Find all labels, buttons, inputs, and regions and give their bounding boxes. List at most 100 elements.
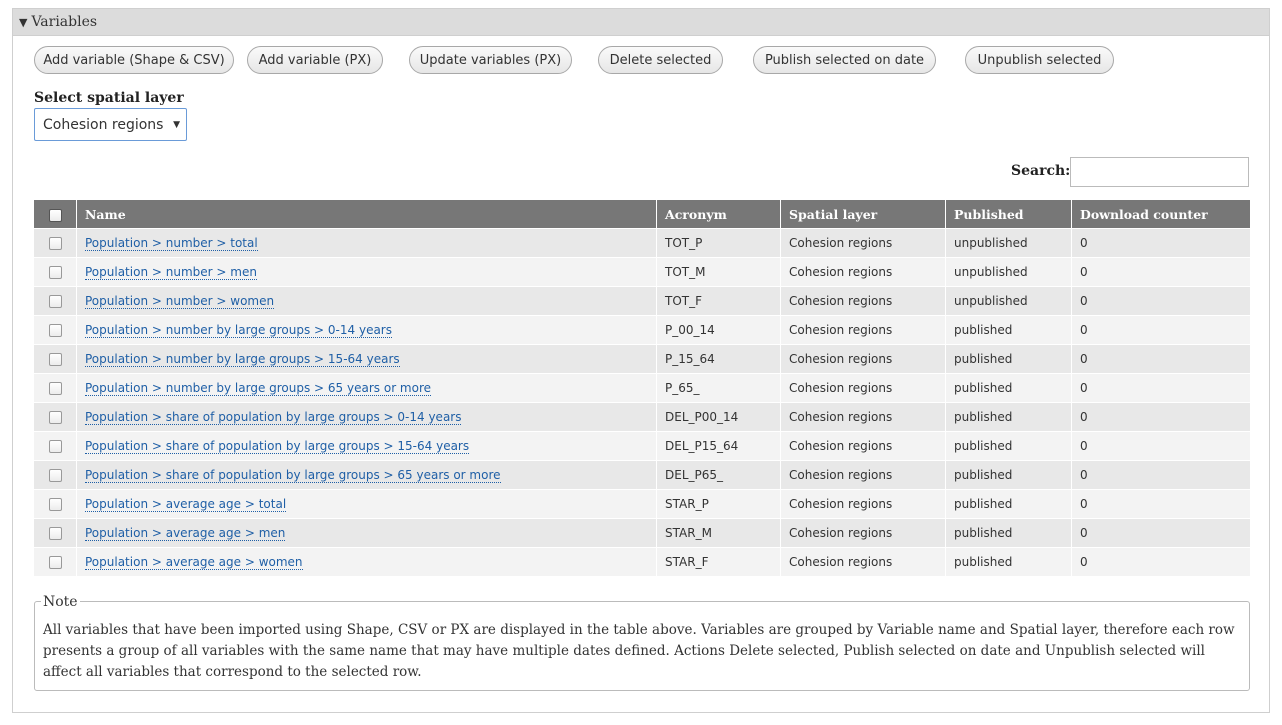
add-variable-shape-csv-button[interactable]: Add variable (Shape & CSV) — [34, 46, 234, 74]
table-row[interactable]: Population > average age > women STAR_F Co… — [34, 547, 1250, 576]
row-checkbox[interactable] — [48, 237, 62, 250]
variable-name-link[interactable]: Population > number by large groups > 0-… — [85, 323, 392, 338]
published-cell: published — [945, 402, 1072, 432]
row-select-cell — [34, 547, 77, 576]
row-checkbox[interactable] — [48, 411, 62, 424]
column-header-published[interactable]: Published — [945, 200, 1072, 229]
table-row[interactable]: Population > number > women TOT_F Cohesion… — [34, 286, 1250, 316]
variable-name-link[interactable]: Population > average age > men — [85, 526, 286, 541]
search-label: Search: — [1011, 163, 1071, 179]
acronym-cell: STAR_M — [656, 518, 781, 548]
name-cell: Population > share of population by larg… — [76, 402, 657, 432]
published-cell: published — [945, 489, 1072, 519]
row-checkbox[interactable] — [48, 266, 62, 279]
acronym-cell: P_00_14 — [656, 315, 781, 345]
note-legend: Note — [41, 592, 80, 613]
row-select-cell — [34, 228, 77, 258]
row-checkbox[interactable] — [48, 527, 62, 540]
variables-panel-header[interactable]: ▼ Variables — [13, 9, 1269, 36]
row-checkbox[interactable] — [48, 469, 62, 482]
name-cell: Population > average age > women — [76, 547, 657, 576]
table-row[interactable]: Population > number > total TOT_P Cohesion… — [34, 228, 1250, 258]
row-select-cell — [34, 431, 77, 461]
unpublish-selected-button[interactable]: Unpublish selected — [965, 46, 1114, 74]
table-row[interactable]: Population > number by large groups > 0-… — [34, 315, 1250, 345]
spatial-layer-cell: Cohesion regions — [780, 489, 946, 519]
published-cell: published — [945, 460, 1072, 490]
download-counter-cell: 0 — [1071, 518, 1250, 548]
download-counter-cell: 0 — [1071, 431, 1250, 461]
spatial-layer-cell: Cohesion regions — [780, 373, 946, 403]
variable-name-link[interactable]: Population > number by large groups > 15… — [85, 352, 400, 367]
name-cell: Population > number > total — [76, 228, 657, 258]
acronym-cell: TOT_F — [656, 286, 781, 316]
column-header-acronym[interactable]: Acronym — [656, 200, 781, 229]
variable-name-link[interactable]: Population > average age > total — [85, 497, 287, 512]
acronym-cell: TOT_M — [656, 257, 781, 287]
table-row[interactable]: Population > share of population by larg… — [34, 431, 1250, 461]
variables-panel: ▼ Variables Add variable (Shape & CSV) A… — [12, 8, 1270, 713]
row-select-cell — [34, 373, 77, 403]
table-row[interactable]: Population > share of population by larg… — [34, 402, 1250, 432]
published-cell: unpublished — [945, 286, 1072, 316]
add-variable-px-button[interactable]: Add variable (PX) — [247, 46, 383, 74]
variable-name-link[interactable]: Population > number > total — [85, 236, 258, 251]
collapse-triangle-icon[interactable]: ▼ — [19, 16, 27, 29]
variable-name-link[interactable]: Population > number > men — [85, 265, 257, 280]
table-body: Population > number > total TOT_P Cohesion… — [34, 228, 1250, 576]
variable-name-link[interactable]: Population > share of population by larg… — [85, 439, 470, 454]
table-row[interactable]: Population > number by large groups > 65… — [34, 373, 1250, 403]
published-cell: published — [945, 373, 1072, 403]
variable-name-link[interactable]: Population > share of population by larg… — [85, 468, 501, 483]
select-all-header — [34, 200, 77, 229]
published-cell: published — [945, 315, 1072, 345]
download-counter-cell: 0 — [1071, 344, 1250, 374]
name-cell: Population > share of population by larg… — [76, 460, 657, 490]
download-counter-cell: 0 — [1071, 460, 1250, 490]
spatial-layer-select[interactable]: Cohesion regions ▼ — [34, 108, 187, 141]
acronym-cell: STAR_P — [656, 489, 781, 519]
search-input[interactable] — [1070, 157, 1249, 187]
acronym-cell: P_15_64 — [656, 344, 781, 374]
row-checkbox[interactable] — [48, 382, 62, 395]
name-cell: Population > average age > men — [76, 518, 657, 548]
row-checkbox[interactable] — [48, 556, 62, 569]
row-checkbox[interactable] — [48, 295, 62, 308]
acronym-cell: TOT_P — [656, 228, 781, 258]
variable-name-link[interactable]: Population > number > women — [85, 294, 275, 309]
download-counter-cell: 0 — [1071, 489, 1250, 519]
spatial-layer-cell: Cohesion regions — [780, 257, 946, 287]
column-header-spatial-layer[interactable]: Spatial layer — [780, 200, 946, 229]
variable-name-link[interactable]: Population > number by large groups > 65… — [85, 381, 432, 396]
table-row[interactable]: Population > average age > total STAR_P Co… — [34, 489, 1250, 519]
row-checkbox[interactable] — [48, 440, 62, 453]
update-variables-px-button[interactable]: Update variables (PX) — [409, 46, 572, 74]
variable-name-link[interactable]: Population > share of population by larg… — [85, 410, 462, 425]
delete-selected-button[interactable]: Delete selected — [598, 46, 723, 74]
variable-name-link[interactable]: Population > average age > women — [85, 555, 303, 570]
row-select-cell — [34, 344, 77, 374]
row-checkbox[interactable] — [48, 353, 62, 366]
column-header-download-counter[interactable]: Download counter — [1071, 200, 1250, 229]
table-row[interactable]: Population > number > men TOT_M Cohesion r… — [34, 257, 1250, 287]
spatial-layer-cell: Cohesion regions — [780, 460, 946, 490]
spatial-layer-cell: Cohesion regions — [780, 228, 946, 258]
published-cell: unpublished — [945, 257, 1072, 287]
publish-selected-on-date-button[interactable]: Publish selected on date — [753, 46, 936, 74]
row-select-cell — [34, 257, 77, 287]
row-select-cell — [34, 286, 77, 316]
download-counter-cell: 0 — [1071, 257, 1250, 287]
table-row[interactable]: Population > share of population by larg… — [34, 460, 1250, 490]
column-header-name[interactable]: Name — [76, 200, 657, 229]
spatial-layer-cell: Cohesion regions — [780, 518, 946, 548]
name-cell: Population > number by large groups > 15… — [76, 344, 657, 374]
row-checkbox[interactable] — [48, 498, 62, 511]
acronym-cell: DEL_P65_ — [656, 460, 781, 490]
select-all-checkbox[interactable] — [48, 208, 62, 222]
spatial-layer-selected-value: Cohesion regions — [43, 116, 164, 133]
row-select-cell — [34, 315, 77, 345]
table-row[interactable]: Population > number by large groups > 15… — [34, 344, 1250, 374]
action-button-row: Add variable (Shape & CSV) Add variable … — [13, 46, 1269, 74]
row-checkbox[interactable] — [48, 324, 62, 337]
table-row[interactable]: Population > average age > men STAR_M Cohe… — [34, 518, 1250, 548]
